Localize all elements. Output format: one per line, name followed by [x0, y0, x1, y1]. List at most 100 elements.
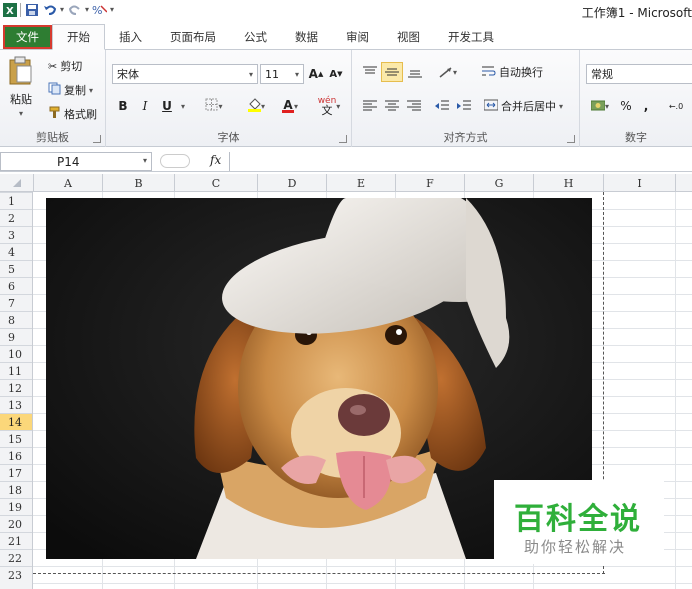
column-header[interactable]: E — [326, 174, 395, 192]
percent-button[interactable]: % — [618, 96, 634, 116]
row-header[interactable]: 10 — [0, 345, 32, 362]
formula-bar-splitter[interactable] — [160, 154, 190, 168]
row-header[interactable]: 4 — [0, 243, 32, 260]
row-header[interactable]: 2 — [0, 209, 32, 226]
align-bottom-button[interactable] — [405, 62, 425, 82]
row-header[interactable]: 5 — [0, 260, 32, 277]
tab-home[interactable]: 开始 — [52, 24, 105, 50]
align-center-icon — [385, 100, 399, 111]
row-header[interactable]: 17 — [0, 464, 32, 481]
tab-file[interactable]: 文件 — [3, 25, 52, 49]
row-header[interactable]: 19 — [0, 498, 32, 515]
row-header[interactable]: 13 — [0, 396, 32, 413]
increase-indent-button[interactable] — [454, 96, 474, 116]
accounting-icon — [590, 100, 605, 111]
format-painter-button[interactable]: 格式刷 — [48, 106, 97, 122]
fill-color-button[interactable]: ▾ — [242, 96, 270, 116]
paste-icon — [8, 56, 34, 89]
bold-button[interactable]: B — [114, 96, 132, 116]
font-size-combo[interactable]: 11 ▾ — [260, 64, 304, 84]
column-header[interactable]: C — [174, 174, 257, 192]
paste-button[interactable]: 粘贴 ▾ — [8, 56, 34, 118]
row-header[interactable]: 15 — [0, 430, 32, 447]
borders-button[interactable]: ▾ — [200, 96, 228, 116]
tab-data[interactable]: 数据 — [281, 25, 332, 49]
phonetic-button[interactable]: wén 文 ▾ — [314, 96, 344, 117]
italic-button[interactable]: I — [136, 96, 154, 116]
row-header[interactable]: 20 — [0, 515, 32, 532]
tab-formulas[interactable]: 公式 — [230, 25, 281, 49]
row-header[interactable]: 7 — [0, 294, 32, 311]
save-icon[interactable] — [24, 2, 39, 17]
row-header[interactable]: 16 — [0, 447, 32, 464]
row-header[interactable]: 9 — [0, 328, 32, 345]
window-title: 工作簿1 - Microsoft — [581, 6, 692, 20]
column-header[interactable]: F — [395, 174, 464, 192]
clear-format-icon[interactable]: % — [92, 2, 108, 17]
row-header[interactable]: 21 — [0, 532, 32, 549]
worksheet-grid[interactable]: A B C D E F G H I 1 2 3 4 5 6 7 8 9 10 1… — [0, 174, 692, 589]
number-format-value: 常规 — [591, 68, 613, 81]
undo-dropdown-icon[interactable]: ▾ — [60, 5, 64, 14]
column-header[interactable]: I — [603, 174, 675, 192]
tab-view[interactable]: 视图 — [383, 25, 434, 49]
formula-input[interactable] — [229, 152, 692, 171]
row-header[interactable]: 11 — [0, 362, 32, 379]
ribbon: 粘贴 ▾ ✂ 剪切 复制 ▾ 格式刷 剪贴板 宋体 ▾ 11 ▾ A ▲ A ▼… — [0, 50, 692, 147]
comma-button[interactable]: , — [640, 96, 652, 116]
column-header[interactable]: D — [257, 174, 326, 192]
quick-access-toolbar: X ▾ ▾ % ▾ — [2, 2, 114, 17]
copy-button[interactable]: 复制 ▾ — [48, 82, 93, 98]
column-header[interactable]: A — [33, 174, 102, 192]
orientation-button[interactable]: ▾ — [434, 62, 462, 82]
column-header[interactable]: G — [464, 174, 533, 192]
tab-insert[interactable]: 插入 — [105, 25, 156, 49]
underline-button[interactable]: U — [158, 96, 176, 116]
merge-center-button[interactable]: 合并后居中 ▾ — [483, 98, 563, 114]
row-header[interactable]: 23 — [0, 566, 32, 583]
font-color-icon: A — [281, 99, 294, 113]
font-name-combo[interactable]: 宋体 ▾ — [112, 64, 258, 84]
name-box[interactable]: P14 — [0, 152, 152, 171]
customize-qat-icon[interactable]: ▾ — [110, 5, 114, 14]
insert-function-icon[interactable]: fx — [210, 153, 221, 167]
column-header[interactable]: B — [102, 174, 174, 192]
number-format-combo[interactable]: 常规 — [586, 64, 692, 84]
tab-review[interactable]: 审阅 — [332, 25, 383, 49]
name-box-dropdown-icon[interactable]: ▾ — [143, 156, 147, 165]
row-header[interactable]: 8 — [0, 311, 32, 328]
select-all-corner[interactable] — [0, 174, 33, 192]
row-header[interactable]: 12 — [0, 379, 32, 396]
align-center-button[interactable] — [382, 96, 402, 116]
wrap-text-button[interactable]: 自动换行 — [482, 64, 543, 80]
increase-decimal-button[interactable]: ←.0 — [664, 96, 688, 116]
shrink-font-button[interactable]: A ▼ — [328, 64, 344, 84]
decrease-indent-button[interactable] — [432, 96, 452, 116]
font-launcher-icon[interactable] — [339, 135, 347, 143]
column-header[interactable] — [675, 174, 692, 192]
tab-developer[interactable]: 开发工具 — [434, 25, 508, 49]
clipboard-launcher-icon[interactable] — [93, 135, 101, 143]
row-header[interactable]: 22 — [0, 549, 32, 566]
tab-page-layout[interactable]: 页面布局 — [156, 25, 230, 49]
row-header[interactable]: 1 — [0, 192, 32, 209]
font-color-button[interactable]: A ▾ — [276, 96, 304, 116]
accounting-format-button[interactable]: ▾ — [586, 96, 614, 116]
align-middle-button[interactable] — [381, 62, 403, 82]
redo-dropdown-icon[interactable]: ▾ — [85, 5, 89, 14]
undo-icon[interactable] — [42, 2, 57, 17]
align-right-button[interactable] — [404, 96, 424, 116]
grow-font-button[interactable]: A ▲ — [308, 64, 324, 84]
row-header[interactable]: 6 — [0, 277, 32, 294]
column-header[interactable]: H — [533, 174, 603, 192]
row-header-selected[interactable]: 14 — [0, 413, 32, 430]
cut-button[interactable]: ✂ 剪切 — [48, 58, 82, 74]
row-header[interactable]: 3 — [0, 226, 32, 243]
align-top-icon — [363, 66, 377, 74]
redo-icon[interactable] — [67, 2, 82, 17]
alignment-launcher-icon[interactable] — [567, 135, 575, 143]
align-left-button[interactable] — [360, 96, 380, 116]
row-header[interactable]: 18 — [0, 481, 32, 498]
align-top-button[interactable] — [360, 62, 380, 82]
underline-dropdown-icon[interactable]: ▾ — [178, 96, 188, 116]
